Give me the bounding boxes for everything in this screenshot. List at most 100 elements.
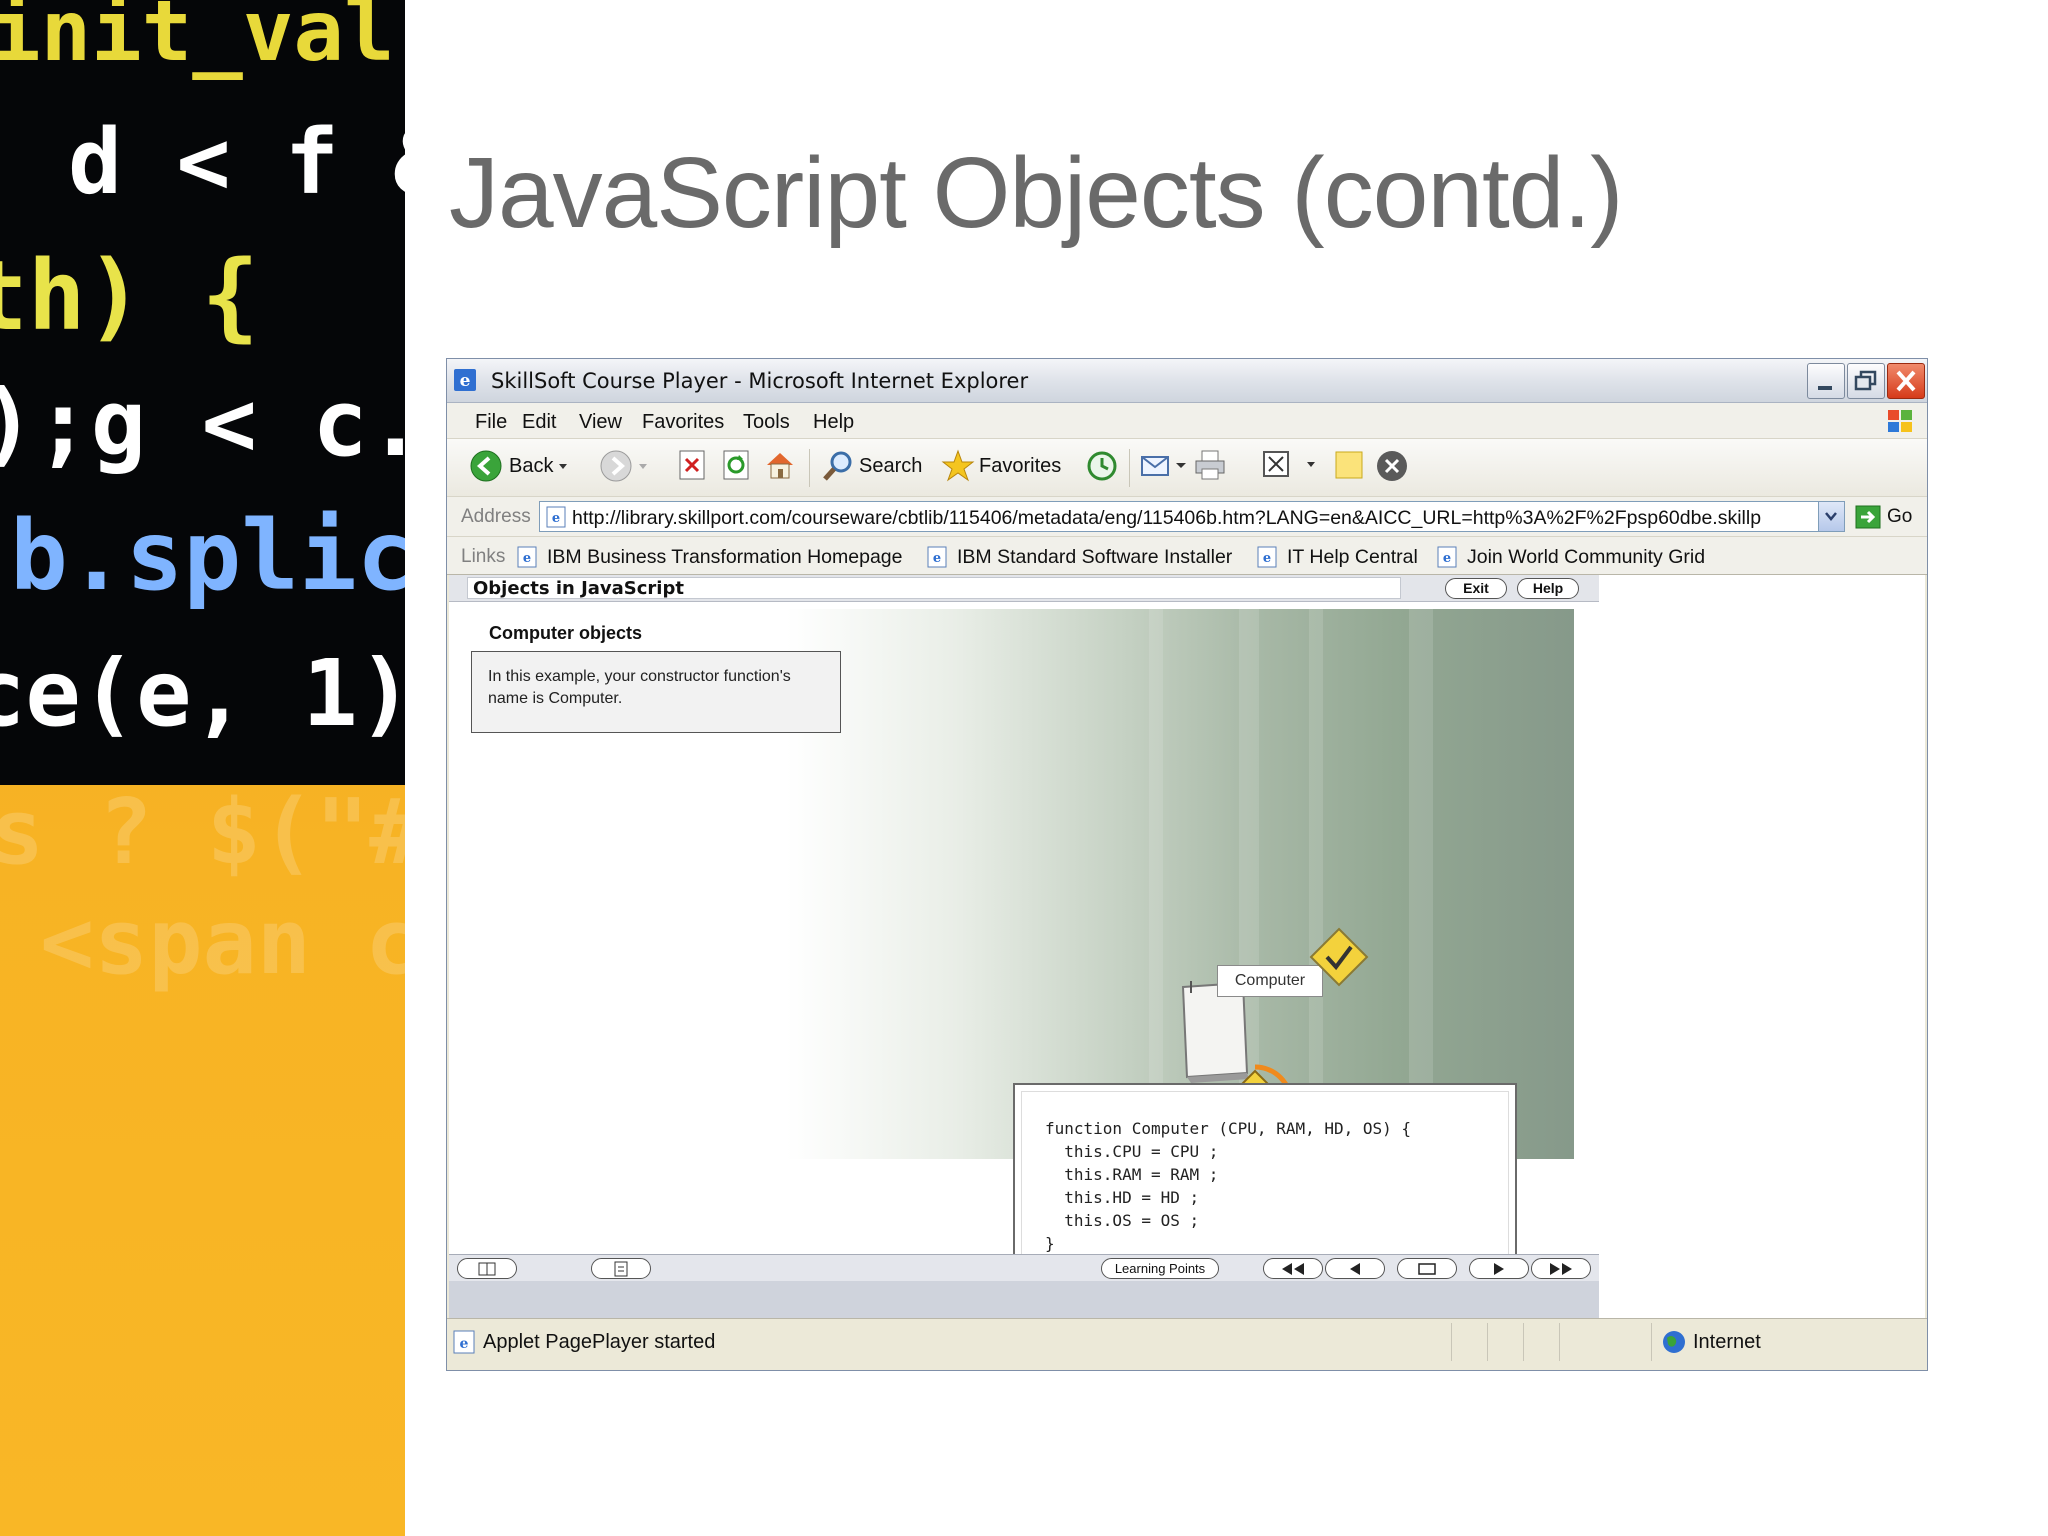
link-label: IBM Business Transformation Homepage: [547, 545, 903, 568]
link-label: Join World Community Grid: [1467, 545, 1706, 568]
notes-button[interactable]: [591, 1258, 651, 1279]
link-world-community-grid[interactable]: e Join World Community Grid: [1435, 545, 1705, 569]
messenger-button[interactable]: [1333, 449, 1365, 481]
back-button[interactable]: Back: [469, 449, 573, 483]
status-divider: [1559, 1323, 1560, 1361]
svg-text:e: e: [933, 551, 941, 566]
search-button[interactable]: Search: [821, 449, 922, 483]
chevron-down-icon: [1307, 462, 1315, 467]
address-url: http://library.skillport.com/courseware/…: [572, 507, 1762, 529]
go-button[interactable]: Go: [1855, 505, 1912, 529]
minimize-icon: [1818, 386, 1832, 390]
menu-file[interactable]: File: [475, 411, 507, 434]
favorites-button[interactable]: Favorites: [941, 449, 1061, 483]
pause-button[interactable]: [1397, 1258, 1457, 1279]
status-bar: e Applet PagePlayer started Internet: [447, 1318, 1927, 1364]
close-page-button[interactable]: [1375, 449, 1409, 483]
address-dropdown-button[interactable]: [1818, 502, 1844, 531]
deco-code-line: init_val ): [0, 0, 405, 80]
favorites-star-icon: [941, 449, 975, 482]
link-ibm-standard-software[interactable]: e IBM Standard Software Installer: [925, 545, 1232, 569]
checkmark-badge-icon: [1309, 927, 1369, 987]
deco-code-line: ce(e, 1);: [0, 640, 405, 747]
history-button[interactable]: [1085, 449, 1119, 483]
svg-text:e: e: [552, 511, 560, 526]
computer-object-label: Computer: [1217, 965, 1323, 997]
deco-code-line: s ? $("#wo: [0, 780, 405, 885]
minimize-button[interactable]: [1807, 363, 1845, 399]
menu-bar: File Edit View Favorites Tools Help: [447, 403, 1927, 439]
menu-view[interactable]: View: [579, 411, 622, 434]
chevron-down-icon: [1176, 463, 1186, 468]
link-it-help-central[interactable]: e IT Help Central: [1255, 545, 1418, 569]
code-line: }: [1045, 1234, 1055, 1253]
edit-page-icon: [1263, 451, 1289, 477]
back-label: Back: [509, 454, 554, 477]
slide-title: JavaScript Objects (contd.): [449, 137, 1623, 249]
address-input[interactable]: e http://library.skillport.com/coursewar…: [539, 501, 1845, 532]
status-divider: [1487, 1323, 1488, 1361]
course-header: Objects in JavaScript Exit Help: [449, 575, 1599, 602]
toolbar-separator: [809, 449, 810, 487]
restore-button[interactable]: [1847, 363, 1885, 399]
globe-icon: [1663, 1331, 1685, 1353]
status-divider: [1651, 1323, 1652, 1361]
search-icon: [823, 451, 852, 481]
window-titlebar[interactable]: e SkillSoft Course Player - Microsoft In…: [447, 359, 1927, 403]
address-label: Address: [461, 506, 531, 527]
course-controls: Learning Points: [449, 1254, 1599, 1318]
stage-stripe: [1149, 609, 1163, 1159]
links-bar: Links e IBM Business Transformation Home…: [447, 537, 1927, 575]
menu-favorites[interactable]: Favorites: [642, 411, 724, 434]
chevron-down-icon: [559, 464, 568, 469]
notes-icon: [614, 1261, 628, 1276]
next-icon: [1494, 1262, 1504, 1275]
help-button[interactable]: Help: [1517, 578, 1579, 599]
chevron-down-icon: [1825, 512, 1837, 521]
edit-button[interactable]: [1261, 449, 1321, 479]
forward-button[interactable]: [599, 449, 653, 483]
back-arrow-icon: [470, 450, 502, 482]
window-title: SkillSoft Course Player - Microsoft Inte…: [491, 369, 1029, 393]
fast-forward-icon: [1550, 1262, 1572, 1275]
print-button[interactable]: [1193, 449, 1227, 481]
page-link-icon: e: [1437, 546, 1457, 568]
refresh-icon: [723, 450, 749, 480]
ie-window: e SkillSoft Course Player - Microsoft In…: [446, 358, 1928, 1371]
close-button[interactable]: [1887, 363, 1925, 399]
exit-button[interactable]: Exit: [1445, 578, 1507, 599]
deco-code-line: b.splice(e: [10, 500, 405, 612]
previous-icon: [1350, 1262, 1360, 1275]
code-line: this.CPU = CPU ;: [1045, 1142, 1219, 1161]
topic-title: Computer objects: [489, 623, 643, 643]
windows-logo-icon: [1888, 410, 1912, 432]
home-button[interactable]: [763, 449, 797, 481]
svg-text:e: e: [460, 371, 471, 391]
status-divider: [1451, 1323, 1452, 1361]
close-icon: [1896, 370, 1916, 392]
restore-icon: [1854, 370, 1877, 391]
menu-help[interactable]: Help: [813, 411, 854, 434]
link-ibm-business-transformation[interactable]: e IBM Business Transformation Homepage: [515, 545, 903, 569]
go-label: Go: [1887, 506, 1913, 527]
fast-forward-button[interactable]: [1531, 1258, 1591, 1279]
rewind-button[interactable]: [1263, 1258, 1323, 1279]
next-button[interactable]: [1469, 1258, 1529, 1279]
previous-button[interactable]: [1325, 1258, 1385, 1279]
refresh-button[interactable]: [721, 449, 751, 481]
history-icon: [1087, 451, 1117, 481]
menu-edit[interactable]: Edit: [522, 411, 556, 434]
page-link-icon: e: [517, 546, 537, 568]
forward-arrow-icon: [600, 450, 632, 482]
close-circle-icon: [1377, 451, 1407, 481]
mail-button[interactable]: [1139, 449, 1189, 481]
page-content: Objects in JavaScript Exit Help Computer…: [449, 575, 1925, 1318]
menu-tools[interactable]: Tools: [743, 411, 790, 434]
deco-code-line: d < f &&: [68, 110, 405, 215]
stop-button[interactable]: [677, 449, 707, 481]
decorative-code-faded: s ? $("#wo <span cla: [0, 780, 405, 1040]
explanation-note: In this example, your constructor functi…: [471, 651, 841, 733]
learning-points-button[interactable]: Learning Points: [1101, 1258, 1219, 1279]
outline-button[interactable]: [457, 1258, 517, 1279]
code-line: this.RAM = RAM ;: [1045, 1165, 1219, 1184]
